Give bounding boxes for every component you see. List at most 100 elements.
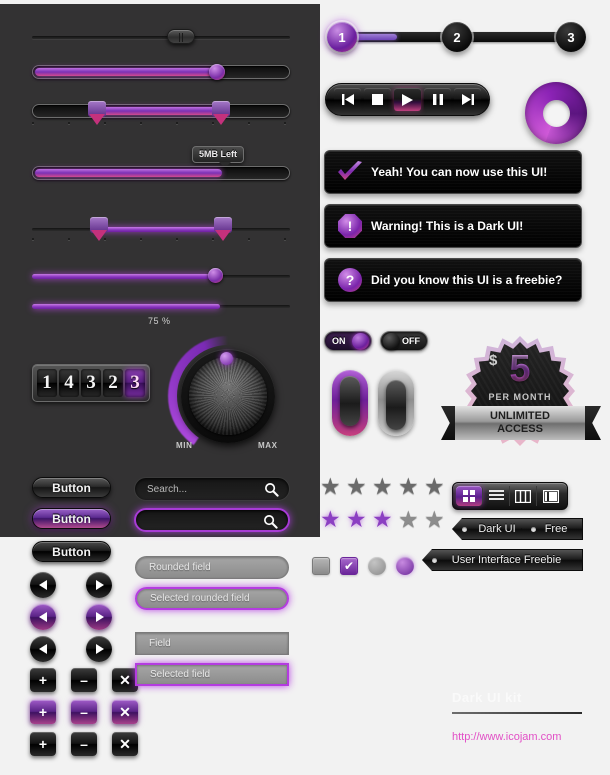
close-button-purple[interactable]: ✕ bbox=[112, 700, 138, 724]
notification-warning[interactable]: ! Warning! This is a Dark UI! bbox=[324, 204, 582, 248]
next-track-icon[interactable] bbox=[454, 88, 481, 111]
prev-button-dark-2[interactable] bbox=[30, 636, 56, 662]
rating-star-empty[interactable]: ★ bbox=[424, 508, 445, 531]
percent-fill bbox=[32, 304, 220, 309]
rating-star-empty[interactable]: ★ bbox=[398, 475, 419, 498]
slider-handle-round[interactable] bbox=[209, 64, 225, 80]
ribbon-line-2: ACCESS bbox=[497, 423, 543, 435]
minus-button-purple[interactable]: – bbox=[71, 700, 97, 724]
slider-bar-filled[interactable] bbox=[32, 65, 290, 79]
close-button-dark-2[interactable]: ✕ bbox=[112, 732, 138, 756]
prev-track-icon[interactable] bbox=[334, 88, 361, 111]
minus-button-dark-2[interactable]: – bbox=[71, 732, 97, 756]
next-button-dark-2[interactable] bbox=[86, 636, 112, 662]
rating-star-empty[interactable]: ★ bbox=[346, 475, 367, 498]
tag-free-label: Free bbox=[544, 523, 568, 535]
progress-bar bbox=[32, 166, 290, 180]
search-input[interactable]: Search... bbox=[134, 477, 290, 501]
columns-view-icon[interactable] bbox=[510, 486, 537, 506]
button-purple[interactable]: Button bbox=[32, 508, 111, 529]
radio-unchecked[interactable] bbox=[368, 557, 386, 575]
slider-track-plain[interactable] bbox=[32, 36, 290, 39]
notification-info-text: Did you know this UI is a freebie? bbox=[371, 273, 563, 287]
counter-digit-active: 3 bbox=[125, 369, 145, 397]
search-icon[interactable] bbox=[264, 482, 279, 497]
thin-range-ticks bbox=[32, 238, 290, 243]
switch-lever-on bbox=[340, 376, 360, 426]
step-node-1[interactable]: 1 bbox=[327, 22, 357, 52]
notification-info[interactable]: ? Did you know this UI is a freebie? bbox=[324, 258, 582, 302]
notification-success[interactable]: Yeah! You can now use this UI! bbox=[324, 150, 582, 194]
switch-vertical-off[interactable] bbox=[378, 370, 414, 436]
footer-divider bbox=[452, 712, 582, 714]
tag-free[interactable]: Free bbox=[521, 518, 583, 540]
slider-knob-pill[interactable] bbox=[167, 29, 195, 44]
field-rounded[interactable]: Rounded field bbox=[135, 556, 289, 579]
odometer-counter: 1 4 3 2 3 bbox=[32, 364, 150, 402]
field-plain-selected[interactable]: Selected field bbox=[135, 663, 289, 686]
tooltip-storage: 5MB Left bbox=[192, 146, 244, 168]
radio-checked[interactable] bbox=[396, 557, 414, 575]
search-placeholder: Search... bbox=[147, 483, 188, 495]
next-button-dark[interactable] bbox=[86, 572, 112, 598]
checkbox-unchecked[interactable] bbox=[312, 557, 330, 575]
media-player-toolbar bbox=[325, 83, 490, 116]
search-icon[interactable] bbox=[263, 514, 278, 529]
thin-slider-handle[interactable] bbox=[208, 268, 223, 283]
detail-view-icon[interactable] bbox=[537, 486, 564, 506]
notification-success-text: Yeah! You can now use this UI! bbox=[371, 165, 548, 179]
field-rounded-selected[interactable]: Selected rounded field bbox=[135, 587, 289, 610]
warning-glyph: ! bbox=[347, 218, 353, 234]
view-mode-toggle[interactable] bbox=[452, 482, 568, 510]
prev-button-purple[interactable] bbox=[30, 604, 56, 630]
rating-star-empty[interactable]: ★ bbox=[424, 475, 445, 498]
percent-label: 75 % bbox=[148, 316, 171, 326]
plus-button-dark-2[interactable]: + bbox=[30, 732, 56, 756]
minus-button-dark[interactable]: – bbox=[71, 668, 97, 692]
next-button-purple[interactable] bbox=[86, 604, 112, 630]
step-node-2[interactable]: 2 bbox=[442, 22, 472, 52]
ribbon-tail-right bbox=[585, 406, 601, 440]
field-plain[interactable]: Field bbox=[135, 632, 289, 655]
rotary-knob[interactable] bbox=[168, 336, 288, 456]
rating-star-filled[interactable]: ★ bbox=[346, 508, 367, 531]
play-icon[interactable] bbox=[394, 88, 421, 111]
rating-star-empty[interactable]: ★ bbox=[398, 508, 419, 531]
button-dark[interactable]: Button bbox=[32, 477, 111, 498]
knob-face[interactable] bbox=[189, 357, 267, 435]
plus-button-purple[interactable]: + bbox=[30, 700, 56, 724]
rating-star-empty[interactable]: ★ bbox=[372, 475, 393, 498]
question-circle: ? bbox=[338, 268, 362, 292]
switch-lever-off bbox=[386, 380, 406, 430]
warning-icon: ! bbox=[337, 213, 363, 239]
warning-octagon: ! bbox=[338, 214, 362, 238]
plus-button-dark[interactable]: + bbox=[30, 668, 56, 692]
checkbox-checked[interactable]: ✔ bbox=[340, 557, 358, 575]
toggle-on-label: ON bbox=[332, 336, 346, 346]
tag-user-interface-freebie[interactable]: User Interface Freebie bbox=[422, 549, 583, 571]
list-view-icon[interactable] bbox=[483, 486, 510, 506]
stop-icon[interactable] bbox=[364, 88, 391, 111]
tag-hole-icon bbox=[462, 527, 467, 532]
record-donut-indicator[interactable] bbox=[525, 82, 587, 144]
prev-button-dark[interactable] bbox=[30, 572, 56, 598]
pause-icon[interactable] bbox=[424, 88, 451, 111]
tag-hole-icon bbox=[432, 558, 437, 563]
slider-range-bar[interactable] bbox=[32, 104, 290, 118]
grid-view-icon[interactable] bbox=[456, 486, 483, 506]
search-input-selected[interactable] bbox=[134, 508, 290, 532]
rating-star-filled[interactable]: ★ bbox=[372, 508, 393, 531]
rating-star-filled[interactable]: ★ bbox=[320, 508, 341, 531]
knob-max-label: MAX bbox=[258, 441, 278, 450]
counter-digit: 3 bbox=[81, 369, 101, 397]
toggle-off-label: OFF bbox=[402, 336, 420, 346]
rating-star-empty[interactable]: ★ bbox=[320, 475, 341, 498]
toggle-off[interactable]: OFF bbox=[380, 331, 428, 351]
counter-digit: 1 bbox=[37, 369, 57, 397]
tag-hole-icon bbox=[531, 527, 536, 532]
toggle-on[interactable]: ON bbox=[324, 331, 372, 351]
switch-vertical-on[interactable] bbox=[332, 370, 368, 436]
footer-url[interactable]: http://www.icojam.com bbox=[452, 731, 561, 743]
step-node-3[interactable]: 3 bbox=[556, 22, 586, 52]
button-dark-on-light[interactable]: Button bbox=[32, 541, 111, 562]
